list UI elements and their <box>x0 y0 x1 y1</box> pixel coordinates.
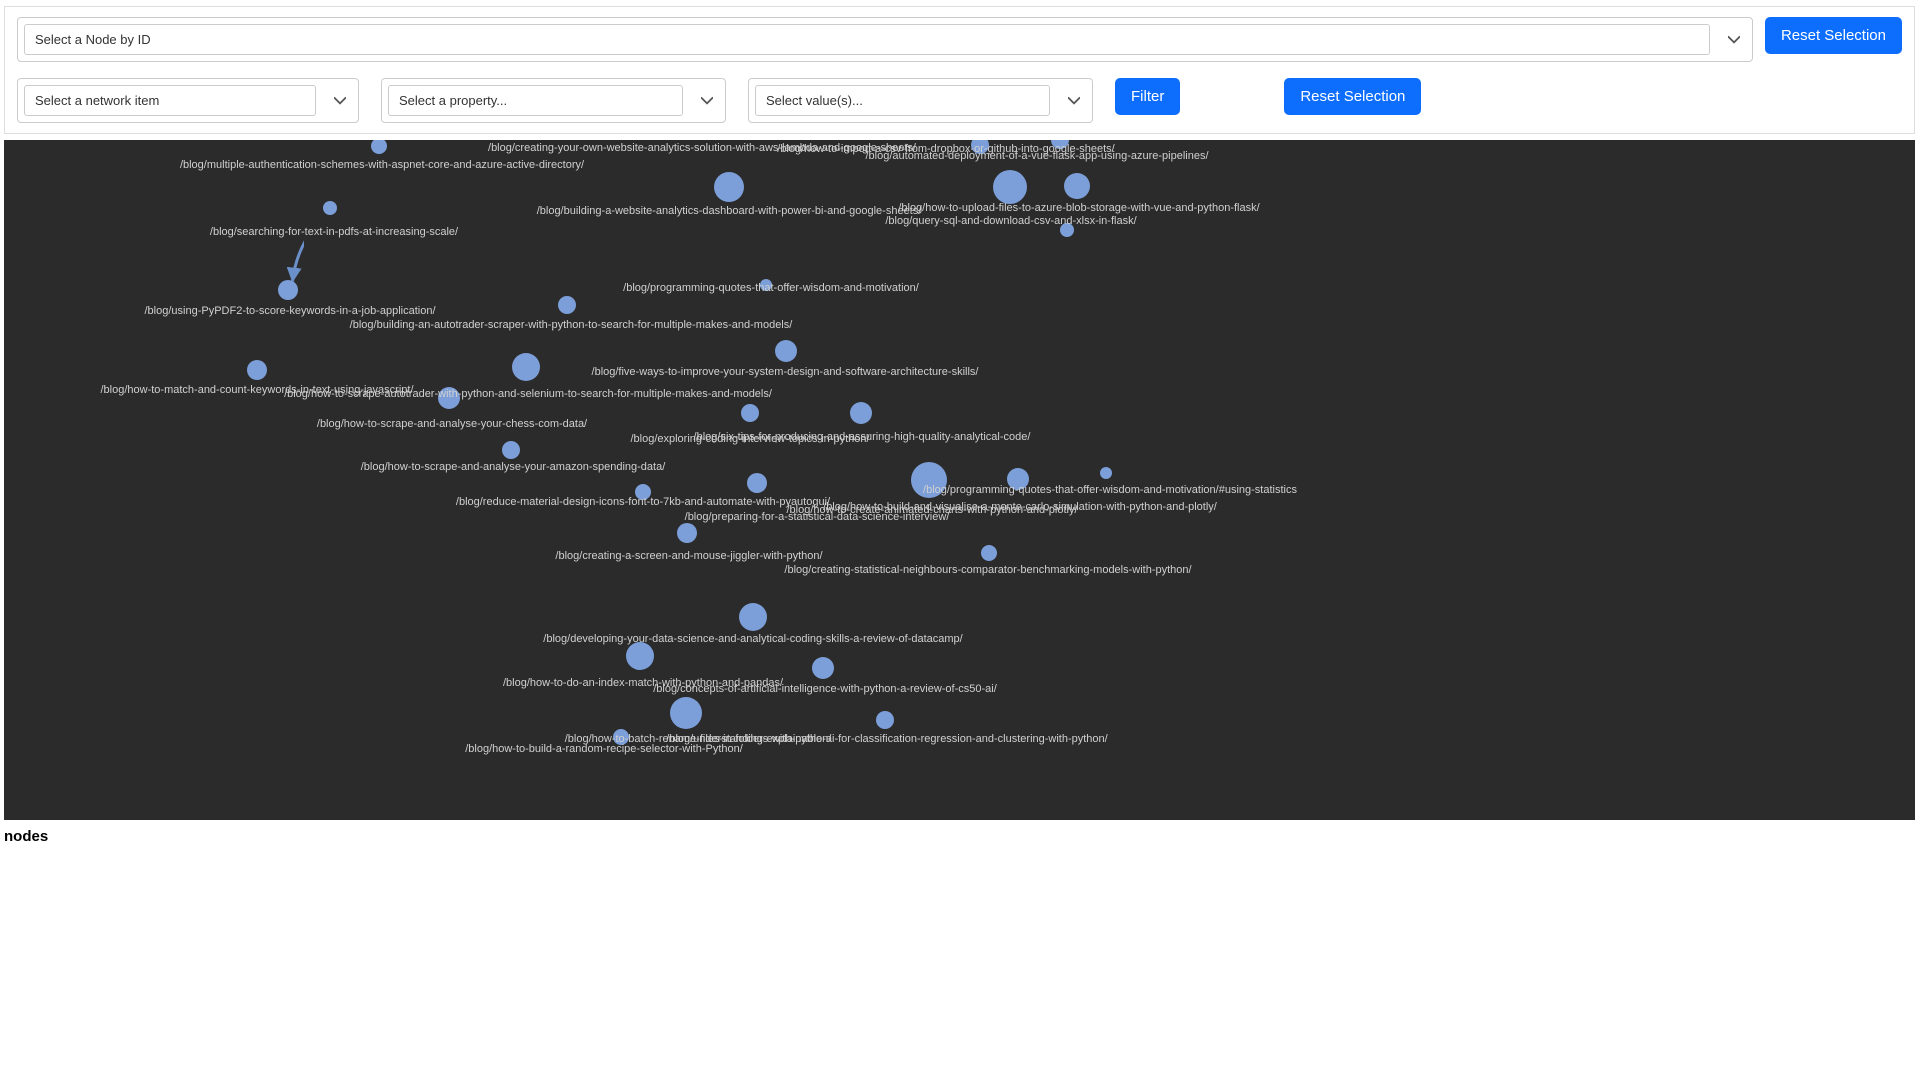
node-id-input[interactable] <box>25 25 1709 54</box>
graph-node[interactable] <box>971 140 989 154</box>
chevron-down-icon[interactable] <box>1716 18 1752 61</box>
graph-node[interactable] <box>323 201 337 215</box>
graph-node-label: /blog/five-ways-to-improve-your-system-d… <box>592 366 979 378</box>
graph-node[interactable] <box>850 402 872 424</box>
graph-node-label: /blog/developing-your-data-science-and-a… <box>543 633 962 645</box>
graph-node-label: /blog/how-to-do-an-index-match-with-pyth… <box>503 677 783 689</box>
graph-node-label: /blog/how-to-scrape-and-analyse-your-ama… <box>361 461 666 473</box>
graph-node[interactable] <box>775 340 797 362</box>
chevron-down-icon[interactable] <box>689 79 725 122</box>
graph-node-label: /blog/how-to-match-and-count-keywords-in… <box>100 384 413 396</box>
reset-selection-button-2[interactable]: Reset Selection <box>1284 78 1421 115</box>
graph-node[interactable] <box>371 140 387 154</box>
graph-node[interactable] <box>438 387 460 409</box>
graph-node[interactable] <box>1100 467 1112 479</box>
controls-panel: Reset Selection Filte <box>4 6 1915 134</box>
graph-node-label: /blog/how-to-build-and-visualise-a-monte… <box>823 501 1217 513</box>
graph-node-label: /blog/how-to-scrape-autotrader-with-pyth… <box>284 388 772 400</box>
graph-node[interactable] <box>739 603 767 631</box>
network-item-input[interactable] <box>25 86 315 115</box>
graph-node[interactable] <box>1064 173 1090 199</box>
graph-node-label: /blog/using-PyPDF2-to-score-keywords-in-… <box>144 305 435 317</box>
graph-node[interactable] <box>1007 468 1029 490</box>
network-graph[interactable]: /blog/multiple-authentication-schemes-wi… <box>4 140 1915 820</box>
graph-node-label: /blog/query-sql-and-download-csv-and-xls… <box>885 215 1136 227</box>
graph-node[interactable] <box>911 462 947 498</box>
graph-node[interactable] <box>760 279 772 291</box>
graph-node-label: /blog/programming-quotes-that-offer-wisd… <box>923 484 1297 496</box>
row-2: Filter Reset Selection <box>17 78 1902 123</box>
graph-node[interactable] <box>812 657 834 679</box>
graph-node[interactable] <box>1060 223 1074 237</box>
node-id-select[interactable] <box>17 17 1753 62</box>
graph-node[interactable] <box>558 296 576 314</box>
graph-node[interactable] <box>635 484 651 500</box>
graph-node-label: /blog/concepts-of-artificial-intelligenc… <box>653 683 997 695</box>
graph-node-label: /blog/creating-a-screen-and-mouse-jiggle… <box>555 550 822 562</box>
graph-node-label: /blog/exploring-coding-interview-topics-… <box>630 433 869 445</box>
graph-node-label: /blog/creating-your-own-website-analytic… <box>488 142 916 154</box>
nodes-section-label: nodes <box>0 822 1919 845</box>
values-select[interactable] <box>748 78 1093 123</box>
graph-node-label: /blog/how-to-create-animated-charts-with… <box>786 504 1077 516</box>
graph-node-label: /blog/how-to-scrape-and-analyse-your-che… <box>317 418 587 430</box>
graph-node-label: /blog/creating-statistical-neighbours-co… <box>784 564 1191 576</box>
graph-node-label: /blog/automated-deployment-of-a-vue-flas… <box>865 150 1208 162</box>
graph-node[interactable] <box>747 473 767 493</box>
graph-node[interactable] <box>741 404 759 422</box>
graph-node-label: /blog/how-to-build-a-random-recipe-selec… <box>465 743 743 755</box>
graph-node-label: /blog/how-to-batch-rename-files-in-folde… <box>565 733 832 745</box>
reset-selection-button-1[interactable]: Reset Selection <box>1765 17 1902 54</box>
chevron-down-icon[interactable] <box>1056 79 1092 122</box>
graph-node-label: /blog/building-an-autotrader-scraper-wit… <box>350 319 793 331</box>
graph-node-label: /blog/how-to-upload-files-to-azure-blob-… <box>898 202 1259 214</box>
property-select[interactable] <box>381 78 726 123</box>
graph-node-label: /blog/six-tips-for-producing-and-assurin… <box>694 431 1031 443</box>
graph-node-label: /blog/understanding-explainable-ai-for-c… <box>666 733 1107 745</box>
graph-node[interactable] <box>677 523 697 543</box>
graph-edges <box>4 140 304 290</box>
graph-node[interactable] <box>626 642 654 670</box>
filter-button[interactable]: Filter <box>1115 78 1180 115</box>
graph-node[interactable] <box>670 697 702 729</box>
graph-node[interactable] <box>714 172 744 202</box>
values-input[interactable] <box>756 86 1049 115</box>
graph-node[interactable] <box>512 353 540 381</box>
property-input[interactable] <box>389 86 682 115</box>
graph-node[interactable] <box>247 360 267 380</box>
graph-node[interactable] <box>993 170 1027 204</box>
graph-node-label: /blog/preparing-for-a-statistical-data-s… <box>685 511 950 523</box>
row-1: Reset Selection <box>17 17 1902 62</box>
graph-node[interactable] <box>613 729 629 745</box>
graph-node-label: /blog/building-a-website-analytics-dashb… <box>537 205 922 217</box>
network-item-select[interactable] <box>17 78 359 123</box>
chevron-down-icon[interactable] <box>322 79 358 122</box>
graph-node[interactable] <box>1051 140 1069 149</box>
graph-node[interactable] <box>981 545 997 561</box>
graph-node[interactable] <box>876 711 894 729</box>
graph-node[interactable] <box>502 441 520 459</box>
graph-node[interactable] <box>278 280 298 300</box>
